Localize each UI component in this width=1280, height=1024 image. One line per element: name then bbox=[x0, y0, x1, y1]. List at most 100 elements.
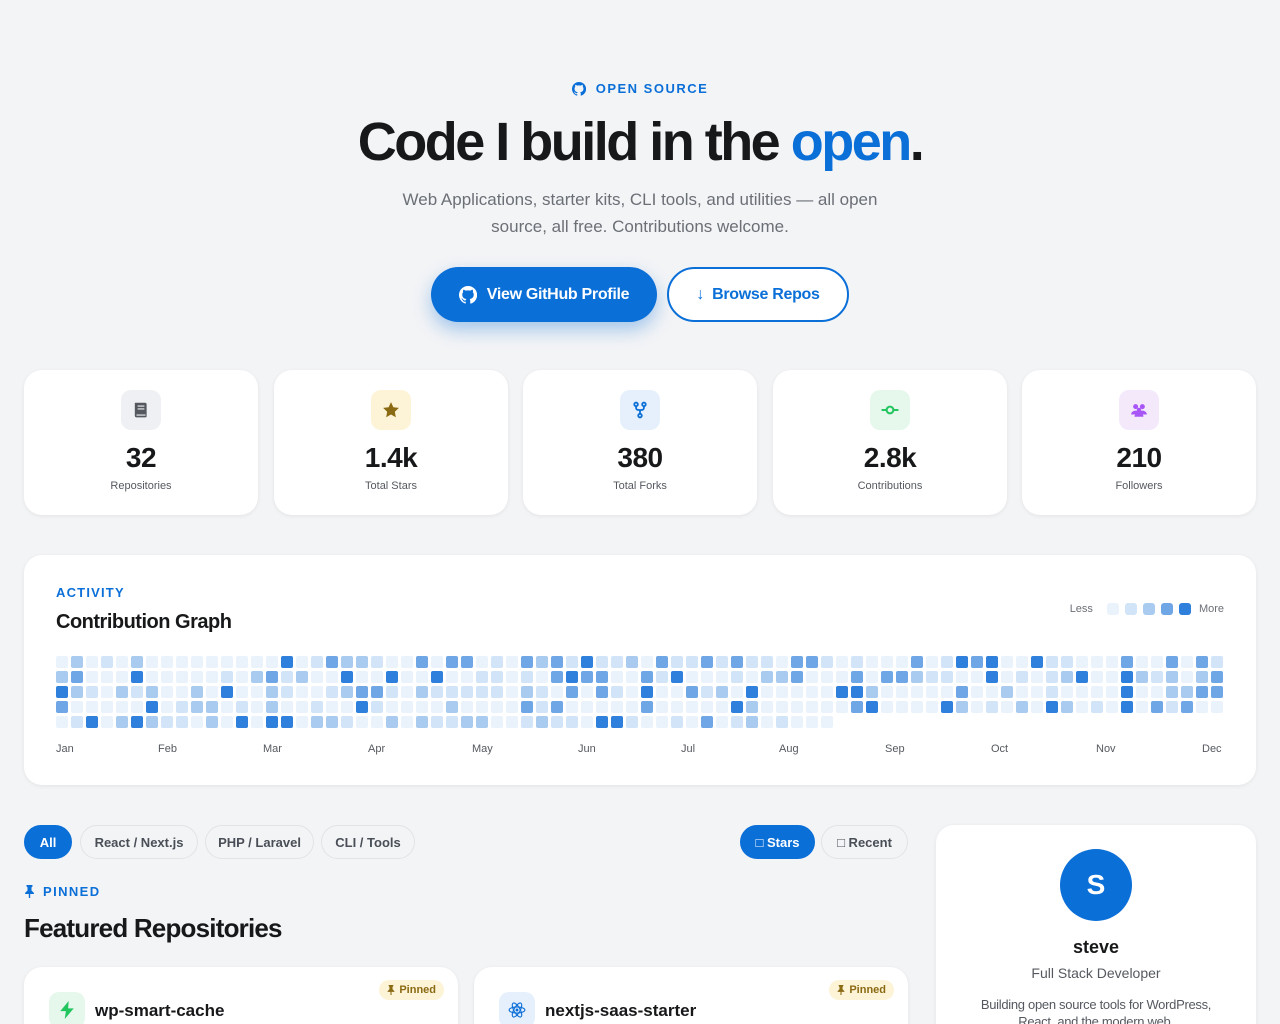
contribution-cell bbox=[566, 656, 578, 668]
contribution-cell bbox=[56, 716, 68, 728]
activity-eyebrow: ACTIVITY bbox=[56, 585, 125, 600]
contribution-cell bbox=[341, 671, 353, 683]
contribution-cell bbox=[1031, 671, 1043, 683]
contribution-cell bbox=[716, 656, 728, 668]
contribution-cell bbox=[686, 701, 698, 713]
sort-stars-button[interactable]: □ Stars bbox=[740, 825, 815, 859]
contribution-cell bbox=[101, 686, 113, 698]
contribution-cell bbox=[416, 671, 428, 683]
contribution-cell bbox=[71, 716, 83, 728]
contribution-cell bbox=[701, 686, 713, 698]
contribution-cell bbox=[341, 716, 353, 728]
contribution-cell bbox=[206, 701, 218, 713]
featured-repositories-title: Featured Repositories bbox=[24, 913, 283, 943]
contribution-cell bbox=[836, 656, 848, 668]
contribution-cell bbox=[431, 656, 443, 668]
contribution-cell bbox=[881, 701, 893, 713]
contribution-cell bbox=[221, 701, 233, 713]
contribution-cell bbox=[296, 656, 308, 668]
contribution-cell bbox=[101, 671, 113, 683]
contribution-cell bbox=[926, 671, 938, 683]
contribution-cell bbox=[776, 686, 788, 698]
contribution-cell bbox=[761, 701, 773, 713]
contribution-cell bbox=[161, 671, 173, 683]
contribution-cell bbox=[776, 656, 788, 668]
contribution-cell bbox=[1121, 701, 1133, 713]
contribution-cell bbox=[86, 671, 98, 683]
contribution-cell bbox=[1151, 656, 1163, 668]
contribution-cell bbox=[116, 671, 128, 683]
stat-card-forks: 380 Total Forks bbox=[523, 370, 757, 515]
sort-recent-button[interactable]: □ Recent bbox=[821, 825, 908, 859]
contribution-cell bbox=[446, 656, 458, 668]
contribution-cell bbox=[1181, 656, 1193, 668]
filter-php-laravel[interactable]: PHP / Laravel bbox=[205, 825, 314, 859]
contribution-cell bbox=[1001, 671, 1013, 683]
contribution-cell bbox=[1031, 701, 1043, 713]
contribution-cell bbox=[626, 671, 638, 683]
month-labels: Jan Feb Mar Apr May Jun Jul Aug Sep Oct … bbox=[56, 743, 1224, 757]
react-icon bbox=[499, 992, 535, 1024]
contribution-cell bbox=[461, 686, 473, 698]
contribution-cell bbox=[791, 701, 803, 713]
stat-card-contributions: 2.8k Contributions bbox=[773, 370, 1007, 515]
contribution-cell bbox=[206, 716, 218, 728]
contribution-cell bbox=[731, 686, 743, 698]
headline-text: Code I build in the bbox=[357, 112, 791, 172]
month-label: Sep bbox=[885, 743, 905, 755]
contribution-cell bbox=[1136, 656, 1148, 668]
contribution-cell bbox=[326, 701, 338, 713]
view-github-profile-button[interactable]: View GitHub Profile bbox=[431, 267, 657, 322]
contribution-cell bbox=[926, 656, 938, 668]
contribution-cell bbox=[416, 716, 428, 728]
contribution-cell bbox=[386, 716, 398, 728]
github-icon bbox=[571, 81, 586, 96]
contribution-cell bbox=[851, 686, 863, 698]
repo-card-nextjs-saas-starter[interactable]: nextjs-saas-starter Pinned bbox=[474, 967, 908, 1024]
contribution-cell bbox=[326, 686, 338, 698]
stat-value: 1.4k bbox=[364, 442, 418, 473]
contribution-cell bbox=[986, 671, 998, 683]
contribution-cell bbox=[296, 686, 308, 698]
contribution-cell bbox=[461, 671, 473, 683]
legend-swatch bbox=[1124, 603, 1137, 615]
contribution-cell bbox=[1001, 686, 1013, 698]
contribution-cell bbox=[881, 656, 893, 668]
contribution-cell bbox=[956, 686, 968, 698]
contribution-cell bbox=[401, 671, 413, 683]
contribution-cell bbox=[461, 716, 473, 728]
contribution-cell bbox=[386, 656, 398, 668]
contribution-cell bbox=[1091, 686, 1103, 698]
contribution-cell bbox=[1031, 686, 1043, 698]
contribution-cell bbox=[206, 686, 218, 698]
contribution-cell bbox=[1211, 701, 1223, 713]
contribution-cell bbox=[641, 671, 653, 683]
stat-value: 210 bbox=[1116, 442, 1162, 473]
contribution-cell bbox=[701, 656, 713, 668]
filter-react-nextjs[interactable]: React / Next.js bbox=[80, 825, 198, 859]
contribution-cell bbox=[746, 671, 758, 683]
contribution-cell bbox=[296, 671, 308, 683]
contribution-cell bbox=[191, 686, 203, 698]
filter-cli-tools[interactable]: CLI / Tools bbox=[321, 825, 415, 859]
repo-card-wp-smart-cache[interactable]: wp-smart-cache Pinned bbox=[24, 967, 458, 1024]
filter-all[interactable]: All bbox=[24, 825, 72, 859]
avatar[interactable]: S bbox=[1060, 849, 1132, 921]
month-label: Oct bbox=[991, 743, 1009, 755]
contribution-cell bbox=[581, 671, 593, 683]
contribution-cell bbox=[266, 671, 278, 683]
commit-icon bbox=[870, 390, 910, 430]
profile-name: steve bbox=[1072, 937, 1120, 957]
contribution-cell bbox=[416, 656, 428, 668]
contribution-cell bbox=[221, 686, 233, 698]
contribution-cell bbox=[506, 656, 518, 668]
contribution-cell bbox=[581, 686, 593, 698]
month-label: May bbox=[472, 743, 493, 755]
contribution-cell bbox=[941, 671, 953, 683]
open-source-eyebrow: OPEN SOURCE bbox=[0, 81, 1280, 96]
contribution-graph-card: ACTIVITY Contribution Graph Less More Ja… bbox=[24, 555, 1256, 785]
contribution-cell bbox=[551, 671, 563, 683]
contribution-cell bbox=[491, 656, 503, 668]
contribution-cell bbox=[191, 656, 203, 668]
browse-repos-button[interactable]: ↓ Browse Repos bbox=[667, 267, 849, 322]
